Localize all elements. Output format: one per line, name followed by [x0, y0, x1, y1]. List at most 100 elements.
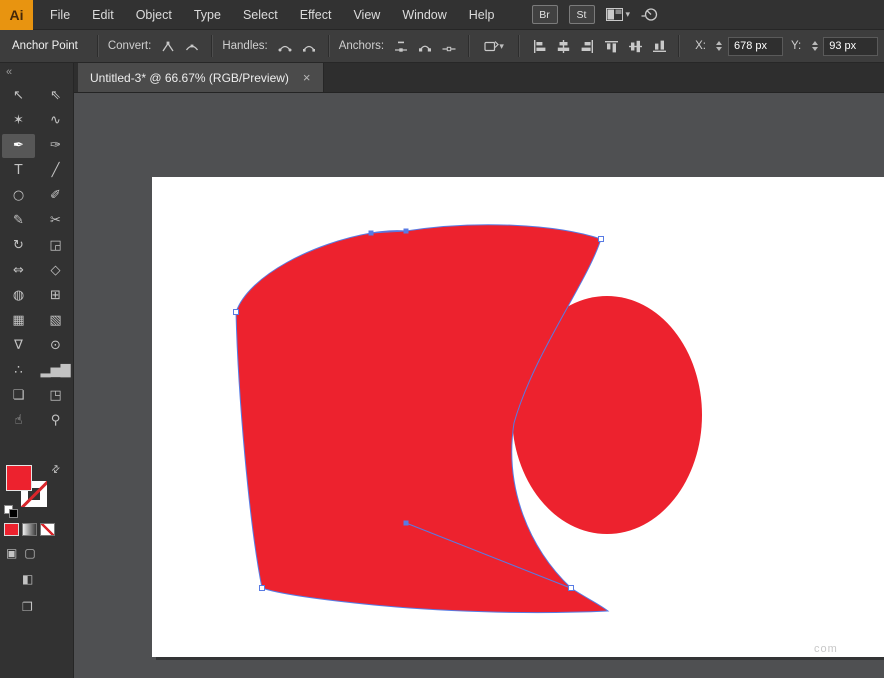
line-segment-tool[interactable]: ╱	[39, 159, 72, 183]
perspective-grid-tool[interactable]: ⊞	[39, 284, 72, 308]
direct-selection-tool[interactable]: ⇖	[39, 84, 72, 108]
swap-fill-stroke-icon[interactable]: ⇄	[49, 463, 63, 477]
align-horizontal-left-icon	[533, 39, 546, 53]
lasso-tool[interactable]: ∿	[39, 109, 72, 133]
show-handles-icon	[278, 45, 292, 51]
eyedropper-tool[interactable]: ∇	[2, 334, 35, 358]
menu-item-window[interactable]: Window	[391, 0, 457, 30]
bridge-button[interactable]: Br	[531, 5, 558, 24]
anchor-point[interactable]	[403, 228, 409, 234]
y-input[interactable]	[823, 36, 879, 56]
selection-tool[interactable]: ↖	[2, 84, 35, 108]
anchor-point[interactable]	[233, 309, 239, 315]
anchors-label: Anchors:	[338, 40, 385, 52]
shape-builder-tool[interactable]: ◍	[2, 284, 35, 308]
x-field: X:	[693, 36, 783, 56]
tab-close-icon[interactable]: ×	[303, 70, 311, 85]
menubar-right-cluster: Br St ▾	[531, 5, 660, 24]
anchor-point[interactable]	[598, 236, 604, 242]
symbol-sprayer-tool[interactable]: ∴	[2, 359, 35, 383]
edit-toolbar-row: ❐	[22, 600, 33, 614]
zoom-tool[interactable]: ⚲	[39, 409, 72, 433]
menu-item-edit[interactable]: Edit	[81, 0, 125, 30]
convert-to-corner-button[interactable]	[156, 35, 180, 57]
hand-tool[interactable]: ☝	[2, 409, 35, 433]
gradient-button[interactable]	[22, 523, 37, 536]
align-horizontal-left-button[interactable]	[527, 35, 551, 57]
slice-tool[interactable]: ◳	[39, 384, 72, 408]
x-label: X:	[695, 40, 706, 52]
menu-item-file[interactable]: File	[39, 0, 81, 30]
isolate-object-button[interactable]: ▾	[477, 35, 511, 57]
rotate-tool[interactable]: ↻	[2, 234, 35, 258]
arrange-documents-button[interactable]: ▾	[605, 8, 630, 21]
align-vertical-top-button[interactable]	[599, 35, 623, 57]
menu-item-type[interactable]: Type	[183, 0, 232, 30]
cut-path-button[interactable]	[437, 35, 461, 57]
gradient-tool[interactable]: ▧	[39, 309, 72, 333]
workspace-switcher-button[interactable]	[641, 7, 659, 22]
control-bar: Anchor Point Convert: Handles: Anchors: …	[0, 30, 884, 63]
pen-tool[interactable]: ✒	[2, 133, 35, 158]
color-mode-buttons	[4, 523, 55, 536]
align-vertical-bottom-button[interactable]	[647, 35, 671, 57]
hide-handles-icon	[302, 45, 315, 52]
y-stepper[interactable]	[810, 41, 819, 51]
scissors-tool[interactable]: ✂	[39, 209, 72, 233]
scale-tool[interactable]: ◲	[39, 234, 72, 258]
draw-inside-icon[interactable]: ▢	[24, 546, 35, 560]
column-graph-tool[interactable]: ▂▅▇	[39, 359, 72, 383]
x-input[interactable]	[727, 36, 783, 56]
edit-toolbar-icon[interactable]: ❐	[22, 600, 33, 614]
tools-grid: ↖ ⇖ ✶ ∿ ✒ ✑ T ╱ ○ ✐ ✎ ✂ ↻ ◲ ⇔ ◇ ◍ ⊞ ▦ ▧ ∇ ⊙ ∴ ▂▅▇ ❏ ◳ ☝ ⚲	[0, 83, 73, 433]
show-handles-button[interactable]	[273, 35, 297, 57]
align-horizontal-right-button[interactable]	[575, 35, 599, 57]
none-button[interactable]	[40, 523, 55, 536]
stock-button[interactable]: St	[568, 5, 595, 24]
remove-anchor-button[interactable]	[389, 35, 413, 57]
type-tool[interactable]: T	[2, 159, 35, 183]
menu-item-select[interactable]: Select	[232, 0, 289, 30]
fill-swatch[interactable]	[6, 465, 32, 491]
align-vertical-center-icon	[628, 40, 642, 52]
connect-anchors-icon	[419, 45, 432, 51]
align-vertical-top-icon	[604, 40, 618, 52]
align-vertical-center-button[interactable]	[623, 35, 647, 57]
ellipse-tool[interactable]: ○	[2, 184, 35, 208]
x-stepper[interactable]	[715, 41, 724, 51]
menu-item-view[interactable]: View	[342, 0, 391, 30]
width-tool[interactable]: ⇔	[2, 259, 35, 283]
remove-anchor-icon	[395, 41, 408, 52]
convert-smooth-icon	[186, 44, 199, 50]
align-horizontal-center-button[interactable]	[551, 35, 575, 57]
convert-to-smooth-button[interactable]	[180, 35, 204, 57]
magic-wand-tool[interactable]: ✶	[2, 109, 35, 133]
collapse-panel-icon[interactable]: «	[0, 63, 73, 78]
artboard-shadow	[156, 657, 884, 660]
convert-label: Convert:	[107, 40, 152, 52]
default-fill-stroke-icon[interactable]	[4, 505, 18, 518]
artboard-tool[interactable]: ❏	[2, 384, 35, 408]
connect-anchors-button[interactable]	[413, 35, 437, 57]
menu-item-effect[interactable]: Effect	[289, 0, 343, 30]
pencil-tool[interactable]: ✎	[2, 209, 35, 233]
canvas-area[interactable]: com	[74, 93, 884, 678]
anchor-point[interactable]	[259, 585, 265, 591]
menu-bar: Ai File Edit Object Type Select Effect View Win…	[0, 0, 884, 30]
document-tab[interactable]: Untitled-3* @ 66.67% (RGB/Preview) ×	[78, 63, 324, 92]
draw-normal-icon[interactable]: ▣	[6, 546, 17, 560]
curvature-tool[interactable]: ✑	[39, 134, 72, 158]
menu-item-help[interactable]: Help	[458, 0, 506, 30]
color-button[interactable]	[4, 523, 19, 536]
screen-mode-icon[interactable]: ◧	[22, 572, 33, 586]
anchor-point[interactable]	[368, 230, 374, 236]
separator	[211, 35, 214, 57]
free-transform-tool[interactable]: ◇	[39, 259, 72, 283]
paintbrush-tool[interactable]: ✐	[39, 184, 72, 208]
hide-handles-button[interactable]	[297, 35, 321, 57]
menu-item-object[interactable]: Object	[125, 0, 183, 30]
blend-tool[interactable]: ⊙	[39, 334, 72, 358]
anchor-point[interactable]	[403, 520, 409, 526]
anchor-point[interactable]	[568, 585, 574, 591]
mesh-tool[interactable]: ▦	[2, 309, 35, 333]
